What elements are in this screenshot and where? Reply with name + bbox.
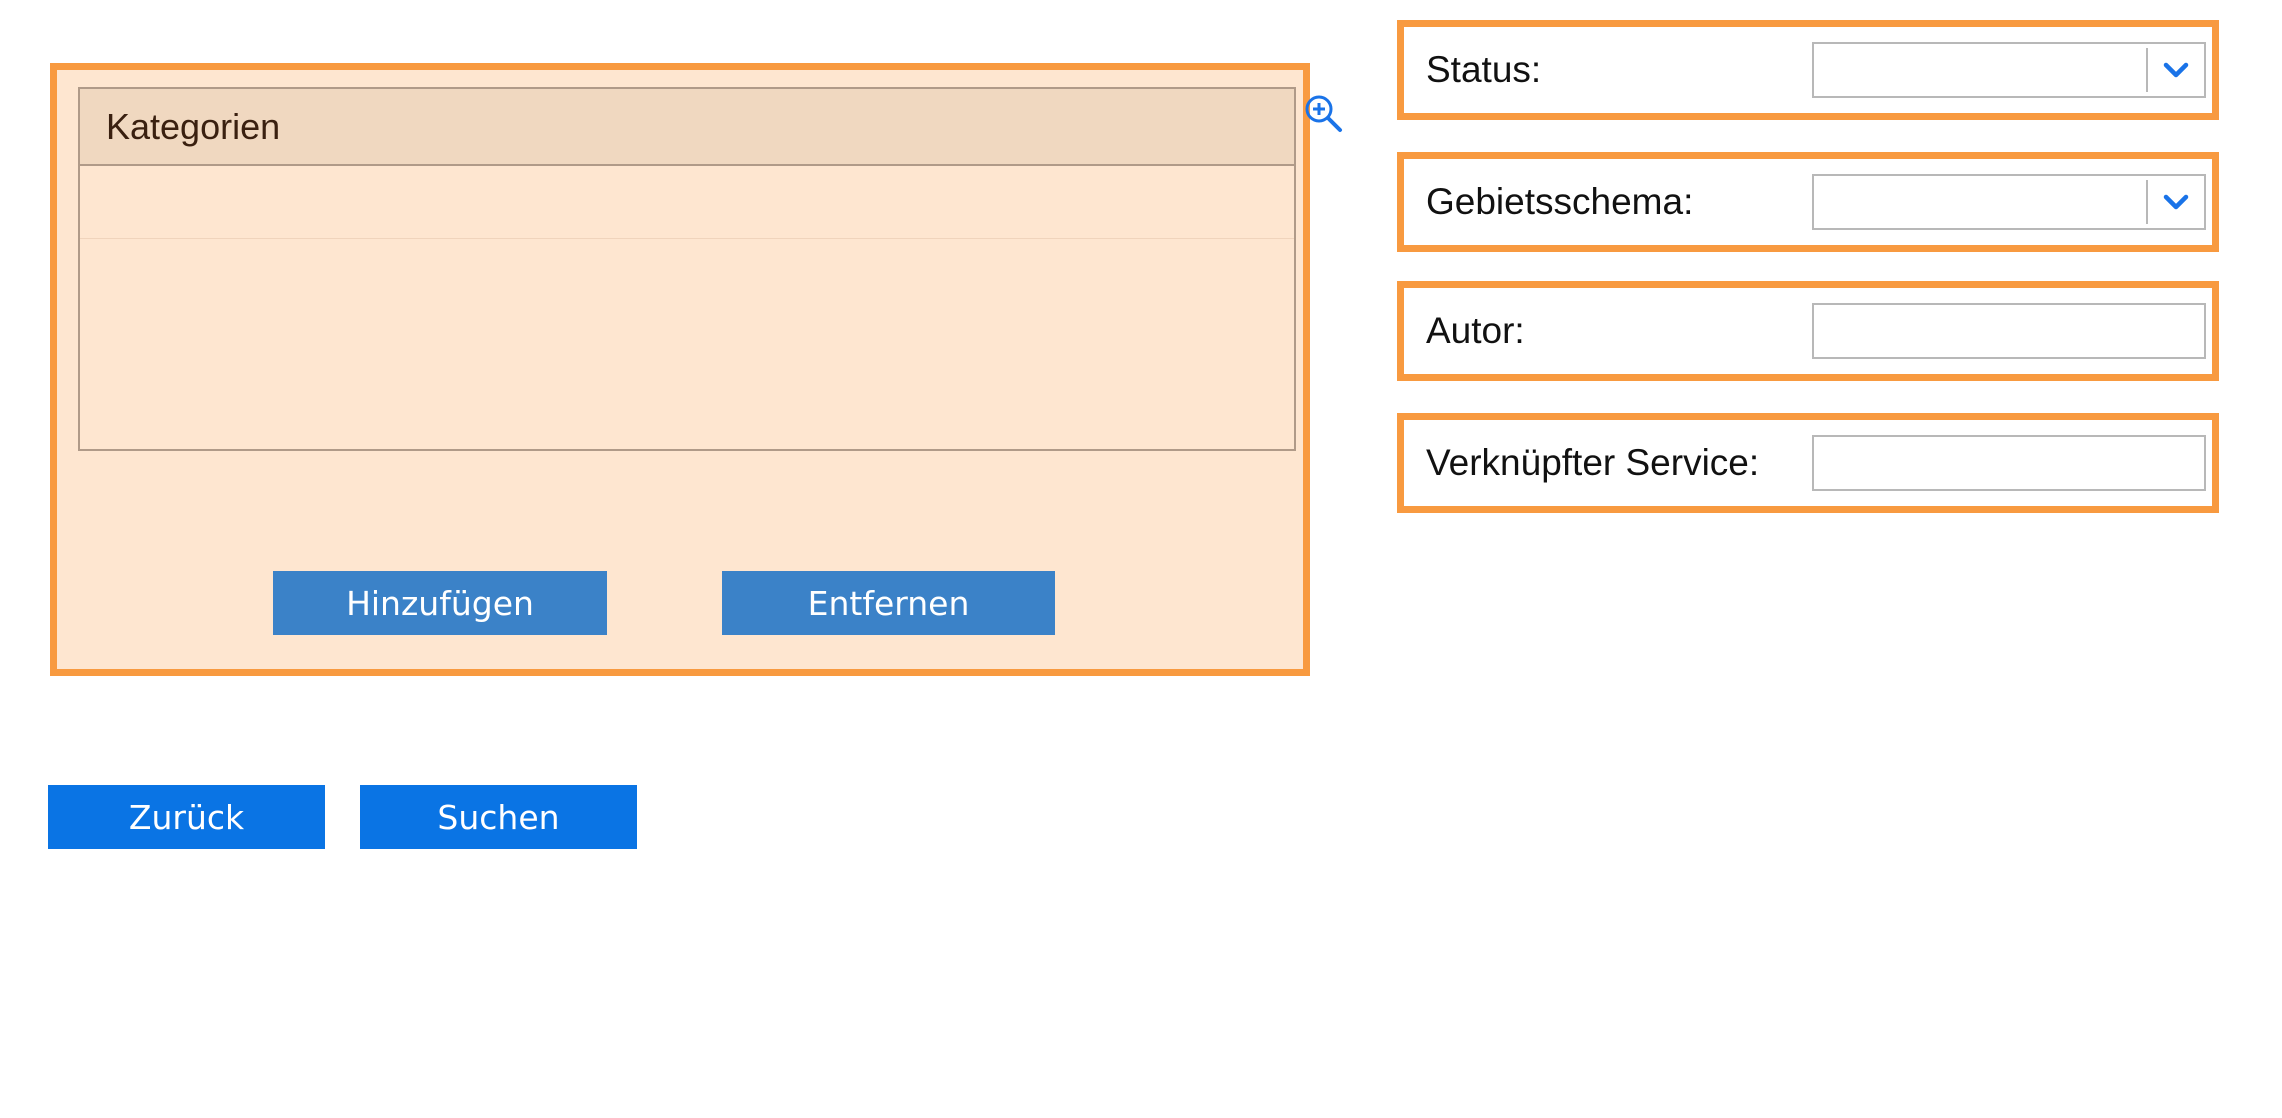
table-row[interactable] [80, 166, 1294, 239]
author-input-wrapper [1812, 303, 2206, 359]
linked-service-field: Verknüpfter Service: [1397, 413, 2219, 513]
linked-service-input-wrapper [1812, 435, 2206, 491]
categories-table: Kategorien [78, 87, 1296, 451]
categories-panel: Kategorien Hinzufügen Entfernen [50, 63, 1310, 676]
linked-service-label: Verknüpfter Service: [1426, 442, 1760, 483]
back-button[interactable]: Zurück [48, 785, 325, 849]
select-divider [2146, 48, 2148, 92]
chevron-down-icon[interactable] [2158, 186, 2194, 218]
linked-service-input[interactable] [1814, 437, 2204, 489]
remove-button[interactable]: Entfernen [722, 571, 1055, 635]
chevron-down-icon[interactable] [2158, 54, 2194, 86]
area-scheme-select[interactable] [1812, 174, 2206, 230]
status-field: Status: [1397, 20, 2219, 120]
zoom-in-icon[interactable] [1302, 92, 1346, 136]
select-divider [2146, 180, 2148, 224]
search-button[interactable]: Suchen [360, 785, 637, 849]
status-label: Status: [1426, 49, 1542, 90]
author-label: Autor: [1426, 310, 1525, 351]
area-scheme-field: Gebietsschema: [1397, 152, 2219, 252]
add-button[interactable]: Hinzufügen [273, 571, 607, 635]
area-scheme-label: Gebietsschema: [1426, 181, 1694, 222]
author-field: Autor: [1397, 281, 2219, 381]
status-select[interactable] [1812, 42, 2206, 98]
categories-header: Kategorien [80, 89, 1294, 166]
author-input[interactable] [1814, 305, 2204, 357]
